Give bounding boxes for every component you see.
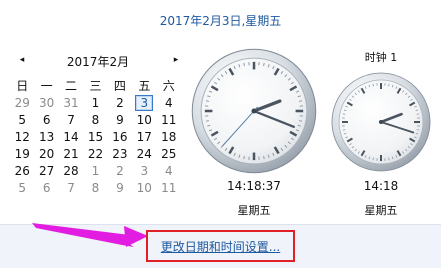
calendar-day-cell[interactable]: 6: [34, 179, 58, 196]
main-clock-day: 星期五: [237, 204, 271, 217]
minute-tick: [372, 83, 374, 87]
minute-tick: [298, 120, 303, 122]
calendar-day-cell[interactable]: 11: [157, 179, 181, 196]
calendar-day-cell[interactable]: 11: [157, 111, 181, 128]
calendar-day-cell[interactable]: 22: [83, 145, 107, 162]
weekday-label: 四: [113, 78, 126, 93]
minute-tick: [342, 113, 346, 115]
calendar-day-cell[interactable]: 4: [157, 162, 181, 179]
calendar-day-cell[interactable]: 31: [59, 94, 83, 111]
calendar-day-cell[interactable]: 26: [10, 162, 34, 179]
calendar-day-cell[interactable]: 8: [83, 111, 107, 128]
calendar-day-cell[interactable]: 27: [34, 162, 58, 179]
minute-tick: [263, 62, 265, 67]
main-clock-time: 14:18:37: [227, 179, 281, 193]
full-date-header[interactable]: 2017年2月3日,星期五: [0, 12, 441, 29]
minute-tick: [243, 62, 245, 67]
calendar-day-cell[interactable]: 8: [83, 179, 107, 196]
minute-tick: [205, 120, 210, 122]
calendar-day-cell[interactable]: 1: [83, 162, 107, 179]
calendar-day-cell[interactable]: 13: [34, 128, 58, 145]
calendar-week-row: 5 6 7 8 9 10 11: [10, 111, 181, 128]
minute-tick: [342, 129, 346, 131]
calendar-day-cell[interactable]: 6: [34, 111, 58, 128]
calendar-day-cell[interactable]: 30: [34, 94, 58, 111]
calendar-day-cell[interactable]: 18: [157, 128, 181, 145]
calendar-day-cell[interactable]: 21: [59, 145, 83, 162]
calendar-day-cell[interactable]: 4: [157, 94, 181, 111]
change-date-time-settings-link[interactable]: 更改日期和时间设置...: [146, 230, 295, 262]
calendar-grid: 日 一 二 三 四 五 六 29 30 31 1 2 3 4 5 6 7 8 9…: [10, 77, 181, 196]
calendar-day-cell[interactable]: 25: [157, 145, 181, 162]
weekday-header-row: 日 一 二 三 四 五 六: [10, 77, 181, 94]
calendar-week-row: 29 30 31 1 2 3 4: [10, 94, 181, 111]
weekday-label: 日: [16, 78, 29, 93]
calendar-day-cell[interactable]: 5: [10, 179, 34, 196]
calendar-week-row: 26 27 28 1 2 3 4: [10, 162, 181, 179]
previous-month-icon[interactable]: ◂: [14, 50, 30, 70]
second-clock-name: 时钟 1: [364, 51, 398, 64]
minute-tick: [298, 100, 303, 102]
calendar-day-cell[interactable]: 9: [108, 111, 132, 128]
calendar-day-cell[interactable]: 7: [59, 179, 83, 196]
calendar-day-cell[interactable]: 2: [108, 94, 132, 111]
calendar-day-cell[interactable]: 5: [10, 111, 34, 128]
calendar-day-cell[interactable]: 10: [132, 111, 156, 128]
calendar-month-label[interactable]: 2017年2月: [50, 53, 146, 70]
calendar-day-cell[interactable]: 7: [59, 111, 83, 128]
minute-tick: [388, 157, 390, 161]
weekday-label: 六: [162, 78, 175, 93]
calendar-day-cell[interactable]: 24: [132, 145, 156, 162]
calendar-day-cell[interactable]: 10: [132, 179, 156, 196]
calendar-day-cell[interactable]: 17: [132, 128, 156, 145]
calendar-day-cell[interactable]: 20: [34, 145, 58, 162]
minute-tick: [243, 155, 245, 160]
analog-clock-main: [191, 48, 317, 174]
calendar-week-row: 19 20 21 22 23 24 25: [10, 145, 181, 162]
calendar-week-row: 12 13 14 15 16 17 18: [10, 128, 181, 145]
calendar-day-cell[interactable]: 2: [108, 162, 132, 179]
second-clock-time: 14:18: [363, 179, 399, 193]
calendar-day-cell[interactable]: 3: [132, 162, 156, 179]
annotation-arrow-icon: [32, 223, 148, 247]
second-clock-day: 星期五: [364, 204, 398, 217]
calendar-day-cell[interactable]: 14: [59, 128, 83, 145]
calendar-week-row: 5 6 7 8 9 10 11: [10, 179, 181, 196]
calendar-day-cell[interactable]: 12: [10, 128, 34, 145]
calendar-day-cell[interactable]: 19: [10, 145, 34, 162]
next-month-icon[interactable]: ▸: [168, 50, 184, 70]
weekday-label: 一: [40, 78, 53, 93]
weekday-label: 五: [138, 78, 151, 93]
weekday-label: 三: [89, 78, 102, 93]
weekday-label: 二: [65, 78, 78, 93]
calendar-day-cell[interactable]: 29: [10, 94, 34, 111]
calendar-day-cell[interactable]: 16: [108, 128, 132, 145]
calendar-day-cell[interactable]: 9: [108, 179, 132, 196]
today-highlight: 3: [135, 94, 154, 111]
minute-tick: [263, 155, 265, 160]
minute-tick: [416, 129, 420, 131]
minute-tick: [416, 113, 420, 115]
calendar-day-cell[interactable]: 28: [59, 162, 83, 179]
calendar-day-cell[interactable]: 23: [108, 145, 132, 162]
calendar-day-cell-today[interactable]: 3: [132, 94, 156, 111]
minute-tick: [388, 83, 390, 87]
calendar-day-cell[interactable]: 15: [83, 128, 107, 145]
minute-tick: [205, 100, 210, 102]
settings-link-label: 更改日期和时间设置...: [160, 239, 281, 254]
calendar-day-cell[interactable]: 1: [83, 94, 107, 111]
analog-clock-second: [331, 72, 431, 172]
minute-tick: [372, 157, 374, 161]
calendar-navigation: ◂ 2017年2月 ▸: [10, 50, 180, 70]
